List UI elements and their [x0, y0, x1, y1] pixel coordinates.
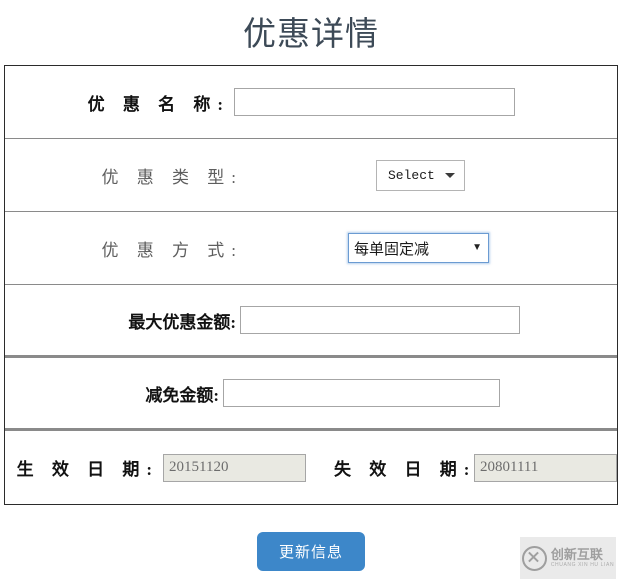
chevron-down-icon: ▼ — [472, 242, 482, 253]
end-date-input[interactable] — [474, 453, 617, 482]
reduction-amount-input[interactable] — [223, 379, 500, 407]
promo-type-selected-value: Select — [388, 167, 435, 183]
start-date-input[interactable] — [163, 453, 306, 482]
label-promo-type: 优 惠 类 型: — [101, 167, 243, 187]
update-info-button[interactable]: 更新信息 — [256, 532, 365, 571]
label-max-discount: 最大优惠金额: — [128, 312, 236, 332]
label-promo-method: 优 惠 方 式: — [101, 240, 243, 260]
max-discount-input[interactable] — [240, 306, 520, 334]
form-row-max-discount: 最大优惠金额: — [5, 285, 617, 358]
label-start-date: 生 效 日 期: — [16, 460, 159, 479]
label-reduction-amount: 减免金额: — [145, 385, 219, 405]
form-row-promo-method: 优 惠 方 式: 每单固定减 ▼ — [5, 212, 617, 285]
promo-type-select[interactable]: Select — [376, 159, 465, 191]
form-row-promo-type: 优 惠 类 型: Select — [5, 139, 617, 212]
promo-method-selected-value: 每单固定减 — [354, 240, 430, 258]
promo-method-select[interactable]: 每单固定减 ▼ — [348, 233, 489, 263]
promo-detail-form: 优 惠 名 称: 优 惠 类 型: Select 优 惠 方 式: 每单固定减 … — [4, 65, 618, 505]
form-row-reduction-amount: 减免金额: — [5, 358, 617, 431]
submit-row: 更新信息 — [0, 532, 622, 571]
label-promo-name: 优 惠 名 称: — [87, 94, 230, 114]
chevron-down-icon — [445, 172, 455, 178]
form-row-dates: 生 效 日 期: 失 效 日 期: — [5, 431, 617, 504]
form-row-promo-name: 优 惠 名 称: — [5, 66, 617, 139]
page-title: 优惠详情 — [243, 17, 379, 53]
promo-name-input[interactable] — [234, 88, 515, 116]
label-end-date: 失 效 日 期: — [334, 460, 477, 479]
